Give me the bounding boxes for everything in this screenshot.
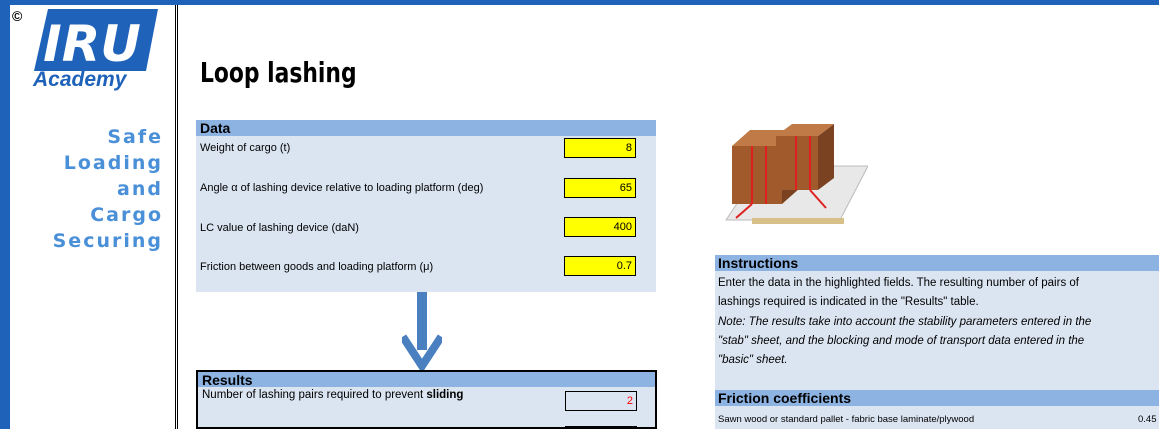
copyright-symbol: © [12,8,23,24]
instructions-note-1: Note: The results take into account the … [718,316,1092,328]
friction-heading: Friction coefficients [715,390,1159,406]
instructions-note-3: "basic" sheet. [718,354,788,366]
instructions-note-2: "stab" sheet, and the blocking and mode … [718,335,1085,347]
logo-academy-text: Academy [33,68,127,91]
tagline-line-2: Loading [63,152,163,174]
tagline-line-3: and [117,178,163,200]
page-title: Loop lashing [200,56,357,89]
sliding-label: Number of lashing pairs required to prev… [202,389,464,401]
angle-input[interactable]: 65 [564,178,636,198]
lc-value-label: LC value of lashing device (daN) [200,222,359,234]
lc-value-input[interactable]: 400 [564,217,636,237]
sidebar-divider [175,5,178,429]
data-panel: Data Weight of cargo (t) 8 Angle α of la… [196,120,656,292]
data-panel-heading: Data [196,120,656,136]
tagline-line-4: Cargo [90,204,163,226]
friction-label: Friction between goods and loading platf… [200,261,434,273]
tagline-line-5: Securing [52,230,163,252]
sliding-result: 2 [565,391,637,411]
tagline-line-1: Safe [107,126,163,148]
friction-row-label: Sawn wood or standard pallet - fabric ba… [718,414,975,425]
friction-input[interactable]: 0.7 [564,256,636,276]
weight-input[interactable]: 8 [564,138,636,158]
instructions-panel: Instructions Enter the data in the highl… [715,255,1159,429]
instructions-line-2: lashings required is indicated in the "R… [718,296,979,308]
instructions-heading: Instructions [715,255,1159,271]
weight-label: Weight of cargo (t) [200,142,291,154]
results-panel-heading: Results [198,372,655,388]
cargo-lashing-illustration [725,124,868,224]
iru-logo: IRU [34,9,158,71]
results-panel: Results Number of lashing pairs required… [196,370,657,429]
left-border [0,0,10,429]
friction-row-value: 0.45 [1138,414,1157,425]
down-arrow-icon [402,292,442,372]
svg-text:IRU: IRU [43,15,141,71]
angle-label: Angle α of lashing device relative to lo… [200,182,484,194]
instructions-line-1: Enter the data in the highlighted fields… [718,277,1079,289]
